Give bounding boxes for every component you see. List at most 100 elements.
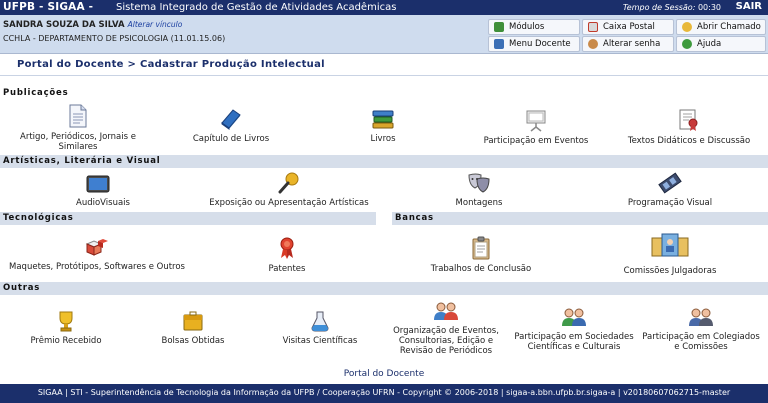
committee-icon xyxy=(651,233,689,257)
clipboard-icon xyxy=(472,236,490,260)
ticket-icon xyxy=(682,22,692,32)
item-colegiados[interactable]: Participação em Colegiados e Comissões xyxy=(638,306,764,352)
breadcrumb: Portal do Docente > Cadastrar Produção I… xyxy=(17,59,325,70)
item-artigo-label-1: Artigo, Periódicos, Jornais e xyxy=(20,132,136,142)
item-audiovisuais[interactable]: AudioVisuais xyxy=(76,174,130,208)
theater-masks-icon xyxy=(468,173,490,193)
session-timer: Tempo de Sessão: 00:30 xyxy=(623,3,721,12)
abrir-chamado-button[interactable]: Abrir Chamado xyxy=(676,19,766,35)
item-visitas-label: Visitas Científicas xyxy=(282,336,358,346)
alterar-senha-button[interactable]: Alterar senha xyxy=(582,36,674,52)
exit-button[interactable]: SAIR xyxy=(736,1,762,12)
item-bolsas[interactable]: Bolsas Obtidas xyxy=(158,310,228,346)
certificate-icon xyxy=(679,109,698,131)
people-group-icon xyxy=(434,302,458,320)
section-tecnologicas: Tecnológicas xyxy=(0,212,376,225)
item-maquetes[interactable]: Maquetes, Protótipos, Softwares e Outros xyxy=(3,236,191,272)
menu-docente-label: Menu Docente xyxy=(509,39,571,49)
item-sociedades-label-1: Participação em Sociedades xyxy=(514,332,634,342)
item-maquetes-label: Maquetes, Protótipos, Softwares e Outros xyxy=(9,262,185,272)
user-department: CCHLA - DEPARTAMENTO DE PSICOLOGIA (11.0… xyxy=(3,34,226,43)
item-bolsas-label: Bolsas Obtidas xyxy=(161,336,225,346)
item-capitulo[interactable]: Capítulo de Livros xyxy=(171,108,291,144)
item-patentes-label: Patentes xyxy=(268,264,306,274)
ajuda-button[interactable]: Ajuda xyxy=(676,36,766,52)
modules-icon xyxy=(494,22,504,32)
item-colegiados-label-2: e Comissões xyxy=(674,342,728,352)
item-audiovisuais-label: AudioVisuais xyxy=(76,198,130,208)
item-exposicao[interactable]: Exposição ou Apresentação Artísticas xyxy=(205,172,373,208)
section-artisticas: Artísticas, Literária e Visual xyxy=(0,155,768,168)
session-time: 00:30 xyxy=(697,2,721,12)
modulos-button[interactable]: Módulos xyxy=(488,19,580,35)
books-icon xyxy=(372,110,394,129)
ajuda-label: Ajuda xyxy=(697,39,722,49)
item-comissoes-label: Comissões Julgadoras xyxy=(623,266,717,276)
flask-icon xyxy=(311,311,329,332)
item-capitulo-label: Capítulo de Livros xyxy=(192,134,270,144)
item-eventos-label: Participação em Eventos xyxy=(483,136,589,146)
help-icon xyxy=(682,39,692,49)
session-label: Tempo de Sessão: xyxy=(622,2,696,12)
menu-icon xyxy=(494,39,504,49)
people-council-icon xyxy=(689,308,713,326)
item-trabalhos-label: Trabalhos de Conclusão xyxy=(430,264,532,274)
top-bar: UFPB - SIGAA - Sistema Integrado de Gest… xyxy=(0,0,768,15)
change-link[interactable]: Alterar vínculo xyxy=(128,20,183,29)
user-key-icon xyxy=(588,39,598,49)
document-icon xyxy=(69,104,87,128)
section-outras: Outras xyxy=(0,282,768,295)
award-ribbon-icon xyxy=(280,237,294,259)
briefcase-icon xyxy=(183,311,203,331)
abrir-chamado-label: Abrir Chamado xyxy=(697,22,761,32)
item-comissoes[interactable]: Comissões Julgadoras xyxy=(620,232,720,276)
item-organizacao-label-3: Revisão de Periódicos xyxy=(399,346,493,356)
divider xyxy=(0,75,768,76)
item-textos[interactable]: Textos Didáticos e Discussão xyxy=(622,108,756,146)
item-colegiados-label-1: Participação em Colegiados xyxy=(642,332,760,342)
book-icon xyxy=(221,109,241,130)
item-organizacao[interactable]: Organização de Eventos, Consultorias, Ed… xyxy=(388,300,504,356)
microphone-icon xyxy=(278,172,299,194)
user-bar: SANDRA SOUZA DA SILVA Alterar vínculo CCH… xyxy=(0,15,768,54)
modulos-label: Módulos xyxy=(509,22,545,32)
system-name: Sistema Integrado de Gestão de Atividade… xyxy=(116,1,397,13)
mailbox-icon xyxy=(588,22,598,32)
item-visitas[interactable]: Visitas Científicas xyxy=(280,310,360,346)
item-artigo[interactable]: Artigo, Periódicos, Jornais e Similares xyxy=(8,104,148,152)
item-livros[interactable]: Livros xyxy=(352,108,414,144)
item-exposicao-label: Exposição ou Apresentação Artísticas xyxy=(209,198,369,208)
item-eventos[interactable]: Participação em Eventos xyxy=(476,108,596,146)
cubes-icon xyxy=(85,239,108,256)
people-society-icon xyxy=(562,308,586,326)
item-patentes[interactable]: Patentes xyxy=(262,236,312,274)
item-montagens[interactable]: Montagens xyxy=(452,172,506,208)
item-programacao-label: Programação Visual xyxy=(627,198,713,208)
item-textos-label: Textos Didáticos e Discussão xyxy=(627,136,751,146)
trophy-icon xyxy=(59,311,73,332)
menu-docente-button[interactable]: Menu Docente xyxy=(488,36,580,52)
item-sociedades-label-2: Científicas e Culturais xyxy=(527,342,621,352)
monitor-icon xyxy=(86,175,110,193)
alterar-senha-label: Alterar senha xyxy=(603,39,661,49)
footer-bar: SIGAA | STI - Superintendência de Tecnol… xyxy=(0,384,768,403)
caixa-postal-button[interactable]: Caixa Postal xyxy=(582,19,674,35)
item-trabalhos[interactable]: Trabalhos de Conclusão xyxy=(426,236,536,274)
section-bancas: Bancas xyxy=(392,212,768,225)
item-premio-label: Prêmio Recebido xyxy=(30,336,102,346)
section-publicacoes: Publicações xyxy=(0,87,768,100)
item-organizacao-label-2: Consultorias, Edição e xyxy=(398,336,494,346)
item-organizacao-label-1: Organização de Eventos, xyxy=(393,326,499,336)
presentation-board-icon xyxy=(526,110,546,132)
user-info: SANDRA SOUZA DA SILVA Alterar vínculo xyxy=(3,20,182,30)
item-premio[interactable]: Prêmio Recebido xyxy=(28,310,104,346)
item-artigo-label-2: Similares xyxy=(58,142,98,152)
item-livros-label: Livros xyxy=(370,134,396,144)
film-strip-icon xyxy=(658,172,682,194)
caixa-postal-label: Caixa Postal xyxy=(603,22,655,32)
brand-title: UFPB - SIGAA - xyxy=(3,1,94,13)
item-programacao[interactable]: Programação Visual xyxy=(622,172,718,208)
item-montagens-label: Montagens xyxy=(455,198,503,208)
portal-footer-link[interactable]: Portal do Docente xyxy=(0,369,768,379)
item-sociedades[interactable]: Participação em Sociedades Científicas e… xyxy=(510,306,638,352)
